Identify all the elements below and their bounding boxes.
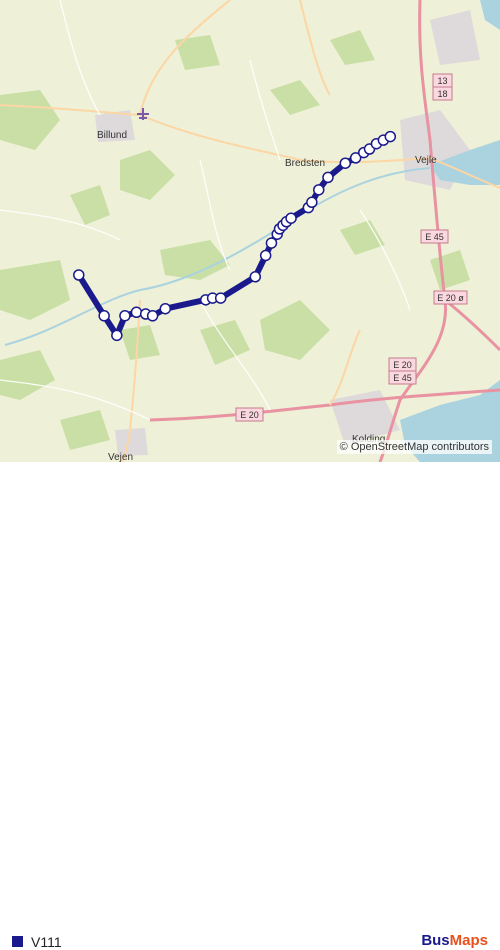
svg-text:E 20: E 20	[240, 410, 259, 420]
route-stop[interactable]	[285, 212, 297, 224]
svg-text:E 45: E 45	[393, 373, 412, 383]
route-stop[interactable]	[265, 237, 278, 249]
route-stop[interactable]	[159, 302, 172, 315]
svg-text:E 45: E 45	[425, 232, 444, 242]
route-stop[interactable]	[384, 130, 397, 143]
place-label-vejen: Vejen	[108, 452, 133, 462]
map-view[interactable]: 13 18 E 45 E 20 ø E 20 E 45 E 20 Billund…	[0, 0, 500, 462]
route-stop[interactable]	[259, 249, 272, 262]
place-label-vejle: Vejle	[415, 155, 437, 166]
route-stop[interactable]	[313, 184, 325, 196]
route-stop[interactable]	[214, 292, 227, 304]
place-label-billund: Billund	[97, 130, 127, 141]
route-stop[interactable]	[73, 269, 85, 281]
route-stop[interactable]	[119, 310, 131, 322]
place-label-bredsten: Bredsten	[285, 158, 325, 169]
route-stop[interactable]	[322, 171, 334, 184]
route-stop[interactable]	[339, 157, 352, 169]
route-label: V111	[31, 934, 62, 950]
route-stop[interactable]	[249, 271, 262, 283]
route-stop[interactable]	[130, 306, 143, 319]
route-stop[interactable]	[306, 196, 318, 209]
svg-text:E 20 ø: E 20 ø	[437, 293, 464, 303]
route-stop[interactable]	[111, 329, 123, 342]
route-stop[interactable]	[146, 310, 159, 322]
busmaps-logo: BusMaps	[421, 932, 488, 949]
legend-footer: V111 BusMaps	[0, 462, 500, 950]
route-color-swatch	[12, 936, 23, 947]
svg-text:18: 18	[437, 89, 447, 99]
route-stop[interactable]	[98, 310, 110, 322]
map-canvas: 13 18 E 45 E 20 ø E 20 E 45 E 20 Billund…	[0, 0, 500, 462]
svg-text:13: 13	[437, 76, 447, 86]
svg-text:E 20: E 20	[393, 360, 412, 370]
map-attribution[interactable]: © OpenStreetMap contributors	[336, 440, 492, 454]
